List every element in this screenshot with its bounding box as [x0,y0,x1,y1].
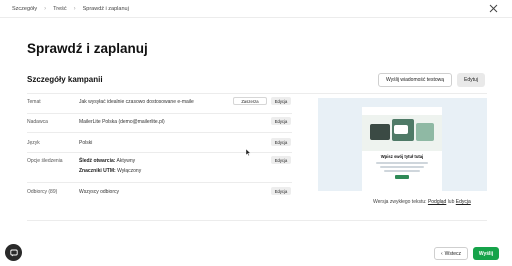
sender-label: Nadawca [27,119,48,125]
breadcrumb: Szczegóły › Treść › Sprawdź i zaplanuj [12,6,129,12]
divider [27,132,292,133]
open-tracking-label: Śledź otwarcia: [79,158,116,164]
preview-tile-dark [370,124,390,140]
utm-value: Wyłączony [117,168,142,174]
back-button[interactable]: ‹ Wstecz [434,247,468,260]
page-title: Sprawdź i zaplanuj [27,41,148,56]
preview-text-line [384,170,420,172]
back-button-label: Wstecz [444,250,462,257]
tracking-edit-button[interactable]: Edycja [271,156,291,164]
plain-text-edit-link[interactable]: Edycja [456,199,471,205]
chevron-left-icon: ‹ [440,250,443,257]
email-preview-headline: Wpisz swój tytuł tutaj [380,154,424,159]
chat-icon [9,244,18,262]
breadcrumb-item-content[interactable]: Treść [53,6,67,12]
chat-button[interactable] [5,244,22,261]
divider [27,113,292,114]
subject-label: Temat [27,99,41,105]
recipients-value: Wszyscy odbiorcy [79,189,120,195]
close-icon[interactable] [489,4,498,16]
utm-label: Znaczniki UTM: [79,168,116,174]
preview-tile-light [416,123,434,141]
chevron-right-icon: › [73,5,76,12]
tracking-label: Opcje śledzenia [27,158,63,164]
breadcrumb-item-details[interactable]: Szczegóły [12,6,37,12]
sender-edit-button[interactable]: Edycja [271,117,291,125]
send-test-button[interactable]: Wyślij wiadomość testową [378,73,452,87]
send-button[interactable]: Wyślij [473,247,499,260]
edit-button[interactable]: Edytuj [457,73,485,87]
language-edit-button[interactable]: Edycja [271,138,291,146]
email-preview[interactable]: Wpisz swój tytuł tutaj [318,98,487,191]
plain-text-preview-link[interactable]: Podgląd [428,199,446,205]
language-value: Polski [79,140,93,146]
divider [27,152,292,153]
top-bar: Szczegóły › Treść › Sprawdź i zaplanuj [0,0,512,18]
plain-text-prefix: Wersja zwykłego tekstu: [373,199,427,205]
divider [27,93,487,94]
preview-cta [395,175,409,179]
subject-value: Jak wysyłać idealnie czasowo dostosowane… [79,99,194,105]
subject-badge-label: Zaszerza [241,98,259,104]
sender-value: MailerLite Polska (demo@mailerlite.pl) [79,119,165,125]
language-label: Język [27,140,40,146]
email-preview-card: Wpisz swój tytuł tutaj [362,107,442,191]
subject-edit-button[interactable]: Edycja [271,97,291,105]
divider [27,182,292,183]
email-preview-hero [362,115,442,151]
preview-text-line [380,166,424,168]
breadcrumb-item-review[interactable]: Sprawdź i zaplanuj [83,6,129,12]
recipients-edit-button[interactable]: Edycja [271,187,291,195]
chevron-right-icon: › [44,5,47,12]
preview-text-line [376,162,428,164]
open-tracking-value: Aktywny [116,158,136,164]
utm-line: Znaczniki UTM: Wyłączony [79,168,141,174]
section-title: Szczegóły kampanii [27,75,103,84]
subject-badge[interactable]: Zaszerza [233,97,267,105]
recipients-label: Odbiorcy (89) [27,189,58,195]
divider [27,220,487,221]
plain-text-version: Wersja zwykłego tekstu: Podgląd lub Edyc… [373,199,471,205]
open-tracking-line: Śledź otwarcia: Aktywny [79,158,135,164]
preview-tile-white [394,125,408,134]
plain-text-or: lub [447,199,455,205]
mouse-cursor-icon [245,143,251,161]
